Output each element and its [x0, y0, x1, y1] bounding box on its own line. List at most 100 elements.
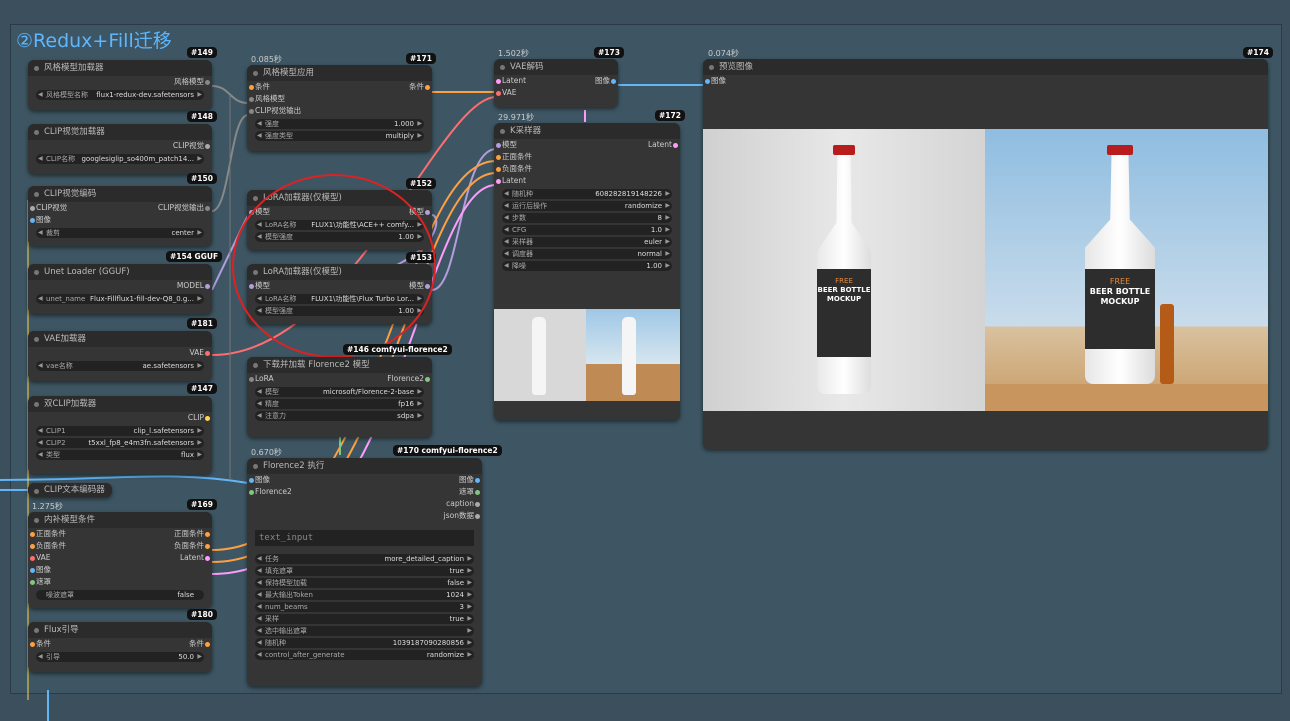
- node-id-badge: #180: [187, 609, 217, 620]
- node-clip-vision-loader[interactable]: CLIP视觉加载器 CLIP视觉 CLIP名称googlesiglip_so40…: [28, 124, 212, 174]
- output-model[interactable]: MODEL: [177, 280, 211, 292]
- input-image[interactable]: 图像: [249, 474, 270, 486]
- node-ksampler[interactable]: K采样器 模型 Latent 正面条件 负面条件 Latent 随机种608282…: [494, 123, 680, 420]
- widget-clip1[interactable]: CLIP1clip_l.safetensors: [36, 426, 204, 436]
- n172-widget[interactable]: 降噪1.00: [502, 261, 672, 271]
- widget-guidance[interactable]: 引导50.0: [36, 652, 204, 662]
- node-flux-guidance[interactable]: Flux引导 条件 条件 引导50.0: [28, 622, 212, 672]
- preview-image-right: FREE BEER BOTTLE MOCKUP: [985, 129, 1268, 411]
- node-title: CLIP视觉编码: [28, 186, 212, 202]
- exec-time: 0.074秒: [708, 49, 739, 58]
- output-negative[interactable]: 负面条件: [174, 540, 210, 552]
- input-lora[interactable]: LoRA: [249, 373, 274, 385]
- n172-widget[interactable]: 调度器normal: [502, 249, 672, 259]
- node-style-model-loader[interactable]: 风格模型加载器 风格模型 风格模型名称flux1-redux-dev.safet…: [28, 60, 212, 110]
- input-clip-vision-output[interactable]: CLIP视觉输出: [248, 105, 301, 117]
- exec-time: 0.670秒: [251, 448, 282, 457]
- output-clip-vision[interactable]: CLIP视觉: [173, 140, 211, 152]
- n170-widget[interactable]: 任务more_detailed_caption: [255, 554, 474, 564]
- input-latent[interactable]: Latent: [495, 75, 526, 87]
- output-positive[interactable]: 正面条件: [174, 528, 210, 540]
- bottle-cap: [1107, 145, 1133, 155]
- input-negative[interactable]: 负面条件: [496, 163, 532, 175]
- n172-widget[interactable]: CFG1.0: [502, 225, 672, 235]
- node-clip-vision-encode[interactable]: CLIP视觉编码 CLIP视觉 CLIP视觉输出 图像 裁剪center: [28, 186, 212, 246]
- input-latent[interactable]: Latent: [495, 175, 526, 187]
- node-clip-text-encode[interactable]: CLIP文本编码器: [28, 483, 112, 497]
- node-unet-loader-gguf[interactable]: Unet Loader (GGUF) MODEL unet_nameFlux-F…: [28, 264, 212, 314]
- n170-widget[interactable]: 采样true: [255, 614, 474, 624]
- widget-model[interactable]: 模型microsoft/Florence-2-base: [255, 387, 424, 397]
- n170-widget[interactable]: 选中输出遮罩: [255, 626, 474, 636]
- node-canvas[interactable]: ②Redux+Fill迁移 风格模型加载器 风格模型 风格模型名称flux1: [0, 0, 1290, 721]
- widget-vae-name[interactable]: vae名称ae.safetensors: [36, 361, 204, 371]
- node-style-model-apply[interactable]: 风格模型应用 条件 条件 风格模型 CLIP视觉输出 强度1.000 强度类型mu…: [247, 65, 432, 151]
- output-vae[interactable]: VAE: [189, 347, 210, 359]
- exec-time: 1.502秒: [498, 49, 529, 58]
- widget-attention[interactable]: 注意力sdpa: [255, 411, 424, 421]
- n172-widget[interactable]: 运行后操作randomize: [502, 201, 672, 211]
- n170-widget[interactable]: 填充遮罩true: [255, 566, 474, 576]
- output-conditioning[interactable]: 条件: [409, 81, 430, 93]
- widget-clip-name[interactable]: CLIP名称googlesiglip_so400m_patch14...: [36, 154, 204, 164]
- input-conditioning[interactable]: 条件: [249, 81, 270, 93]
- node-florence2-loader[interactable]: 下载并加载 Florence2 模型 LoRA Florence2 模型micro…: [247, 357, 432, 437]
- output-latent[interactable]: Latent: [180, 552, 211, 564]
- output-image[interactable]: 图像: [595, 75, 616, 87]
- output-style-model[interactable]: 风格模型: [174, 76, 210, 88]
- input-image[interactable]: 图像: [30, 564, 51, 576]
- input-clip-vision[interactable]: CLIP视觉: [29, 202, 67, 214]
- input-image[interactable]: 图像: [705, 75, 726, 87]
- n172-widget[interactable]: 步数8: [502, 213, 672, 223]
- node-title: VAE解码: [494, 59, 618, 75]
- input-positive[interactable]: 正面条件: [30, 528, 66, 540]
- output-image[interactable]: 图像: [459, 474, 480, 486]
- input-mask[interactable]: 遮罩: [30, 576, 51, 588]
- input-florence2[interactable]: Florence2: [249, 486, 292, 498]
- n170-widget[interactable]: 最大输出Token1024: [255, 590, 474, 600]
- output-mask[interactable]: 遮罩: [459, 486, 480, 498]
- node-preview-image[interactable]: 预览图像 图像 FREE BEER BOTTLE MOCKUP FREE BEER B…: [703, 59, 1268, 449]
- node-dual-clip-loader[interactable]: 双CLIP加载器 CLIP CLIP1clip_l.safetensors CL…: [28, 396, 212, 474]
- text-input-area[interactable]: text_input: [255, 530, 474, 546]
- input-vae[interactable]: VAE: [30, 552, 51, 564]
- input-style-model[interactable]: 风格模型: [249, 93, 285, 105]
- widget-strength[interactable]: 强度1.000: [255, 119, 424, 129]
- output-florence2[interactable]: Florence2: [387, 373, 430, 385]
- widget-type[interactable]: 类型flux: [36, 450, 204, 460]
- input-conditioning[interactable]: 条件: [30, 638, 51, 650]
- input-image[interactable]: 图像: [30, 214, 51, 226]
- output-caption[interactable]: caption: [446, 498, 480, 510]
- n170-widget[interactable]: control_after_generaterandomize: [255, 650, 474, 660]
- output-clip[interactable]: CLIP: [188, 412, 211, 424]
- exec-time: 1.275秒: [32, 502, 63, 511]
- n172-widget[interactable]: 采样器euler: [502, 237, 672, 247]
- widget-unet-name[interactable]: unet_nameFlux-Fillflux1-fill-dev-Q8_0.g.…: [36, 294, 204, 304]
- node-vae-loader[interactable]: VAE加载器 VAE vae名称ae.safetensors: [28, 331, 212, 381]
- exec-time: 0.085秒: [251, 55, 282, 64]
- input-negative[interactable]: 负面条件: [30, 540, 66, 552]
- n172-widget[interactable]: 随机种608282819148226: [502, 189, 672, 199]
- widget-strength-type[interactable]: 强度类型multiply: [255, 131, 424, 141]
- node-id-badge: #169: [187, 499, 217, 510]
- output-json[interactable]: json数据: [444, 510, 481, 522]
- output-clip-vision-output[interactable]: CLIP视觉输出: [158, 202, 211, 214]
- node-inpaint-model-conditioning[interactable]: 内补模型条件 正面条件 正面条件 负面条件 负面条件 VAE Latent 图像 遮罩…: [28, 512, 212, 608]
- widget-precision[interactable]: 精度fp16: [255, 399, 424, 409]
- input-vae[interactable]: VAE: [496, 87, 517, 99]
- node-florence2-run[interactable]: Florence2 执行 图像 图像 Florence2 遮罩 caption js…: [247, 458, 482, 686]
- widget-style-model-name[interactable]: 风格模型名称flux1-redux-dev.safetensors: [36, 90, 204, 100]
- output-latent[interactable]: Latent: [648, 139, 679, 151]
- input-positive[interactable]: 正面条件: [496, 151, 532, 163]
- n170-widget[interactable]: 随机种1039187090280856: [255, 638, 474, 648]
- widget-clip2[interactable]: CLIP2t5xxl_fp8_e4m3fn.safetensors: [36, 438, 204, 448]
- widget-noise-mask[interactable]: 噪波遮罩 false: [36, 590, 204, 600]
- node-id-badge: #146 comfyui-florence2: [343, 344, 452, 355]
- output-conditioning[interactable]: 条件: [189, 638, 210, 650]
- widget-crop[interactable]: 裁剪center: [36, 228, 204, 238]
- n170-widget[interactable]: num_beams3: [255, 602, 474, 612]
- wood-platform: [985, 384, 1268, 411]
- n170-widget[interactable]: 保持模型加载false: [255, 578, 474, 588]
- node-vae-decode[interactable]: VAE解码 Latent 图像 VAE: [494, 59, 618, 107]
- input-model[interactable]: 模型: [496, 139, 517, 151]
